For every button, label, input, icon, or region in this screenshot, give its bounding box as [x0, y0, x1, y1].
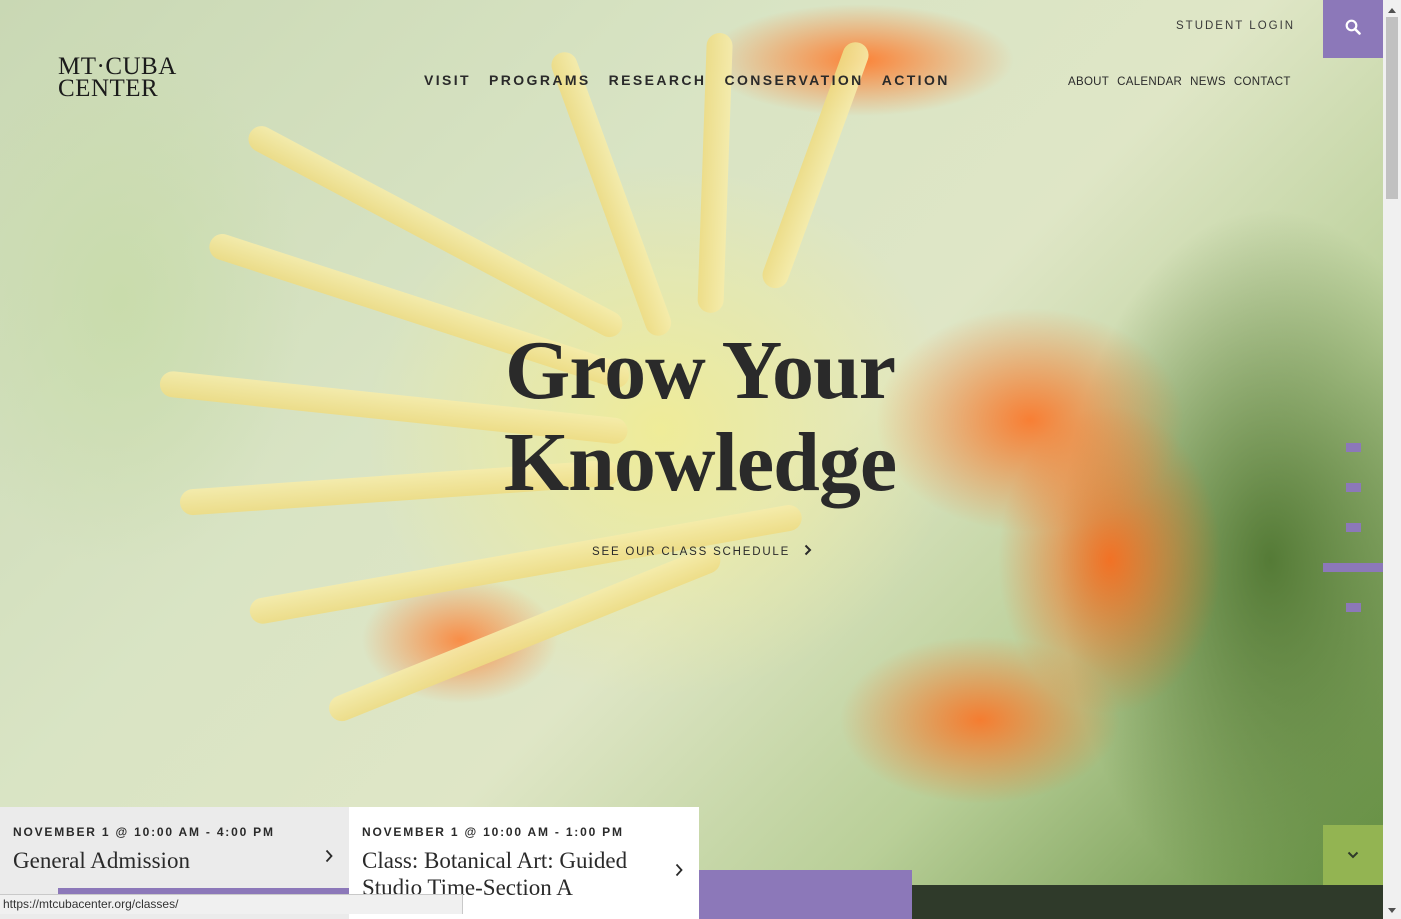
- chevron-right-icon: [675, 863, 683, 882]
- scroll-down-arrow[interactable]: [1383, 900, 1401, 917]
- scrollbar-thumb[interactable]: [1386, 17, 1398, 199]
- main-nav: VISIT PROGRAMS RESEARCH CONSERVATION ACT…: [424, 72, 950, 88]
- search-button[interactable]: [1323, 0, 1383, 58]
- hero-title-line-2: Knowledge: [503, 416, 897, 509]
- site-logo[interactable]: MT·CUBA CENTER: [58, 54, 177, 102]
- chevron-right-icon: [804, 544, 812, 559]
- hero-title-line-1: Grow Your: [505, 324, 896, 417]
- scroll-down-button[interactable]: [1323, 825, 1383, 885]
- class-schedule-link[interactable]: SEE OUR CLASS SCHEDULE: [592, 544, 812, 559]
- student-login-link[interactable]: STUDENT LOGIN: [1176, 20, 1295, 32]
- nav-item-programs[interactable]: PROGRAMS: [489, 72, 591, 88]
- event-title: General Admission: [13, 848, 190, 873]
- event-date: NOVEMBER 1 @ 10:00 AM - 4:00 PM: [13, 825, 275, 839]
- chevron-right-icon: [325, 849, 333, 868]
- utility-nav: ABOUT CALENDAR NEWS CONTACT: [1068, 76, 1291, 88]
- status-url: https://mtcubacenter.org/classes/: [3, 897, 179, 911]
- nav-item-action[interactable]: ACTION: [882, 72, 950, 88]
- nav-item-visit[interactable]: VISIT: [424, 72, 471, 88]
- hero-title: Grow Your Knowledge: [440, 325, 960, 509]
- slide-indicator-3[interactable]: [1346, 523, 1361, 532]
- nav-item-conservation[interactable]: CONSERVATION: [724, 72, 863, 88]
- triangle-up-icon: [1388, 0, 1396, 18]
- util-link-news[interactable]: NEWS: [1190, 76, 1226, 88]
- slide-indicator-5[interactable]: [1346, 603, 1361, 612]
- next-section-preview: [699, 870, 912, 919]
- next-section-image-preview: [912, 885, 1383, 919]
- util-link-calendar[interactable]: CALENDAR: [1117, 76, 1182, 88]
- search-icon: [1345, 19, 1361, 40]
- triangle-down-icon: [1388, 900, 1396, 918]
- nav-item-research[interactable]: RESEARCH: [609, 72, 707, 88]
- hero-decoration: [247, 502, 804, 626]
- logo-line-2: CENTER: [58, 75, 159, 102]
- event-title: Class: Botanical Art: Guided Studio Time…: [362, 848, 628, 900]
- slide-indicator-1[interactable]: [1346, 443, 1361, 452]
- slide-indicator-2[interactable]: [1346, 483, 1361, 492]
- slide-indicator-4-active[interactable]: [1323, 563, 1383, 572]
- util-link-contact[interactable]: CONTACT: [1234, 76, 1291, 88]
- scroll-up-arrow[interactable]: [1383, 0, 1401, 17]
- browser-status-bar: https://mtcubacenter.org/classes/: [0, 894, 463, 914]
- chevron-down-icon: [1347, 846, 1359, 864]
- util-link-about[interactable]: ABOUT: [1068, 76, 1109, 88]
- event-date: NOVEMBER 1 @ 10:00 AM - 1:00 PM: [362, 825, 624, 839]
- class-schedule-label: SEE OUR CLASS SCHEDULE: [592, 545, 791, 558]
